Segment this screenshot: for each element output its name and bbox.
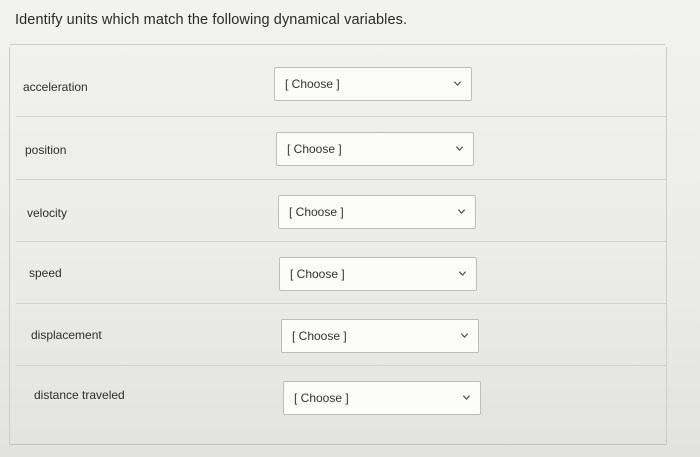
- question-title: Identify units which match the following…: [15, 12, 408, 28]
- title-divider: [10, 44, 665, 45]
- chevron-down-icon: [457, 209, 466, 215]
- answer-select-velocity[interactable]: [ Choose ]: [278, 195, 476, 229]
- match-row-speed: speed [ Choose ]: [10, 242, 666, 304]
- chevron-down-icon: [460, 333, 469, 339]
- answer-select-position[interactable]: [ Choose ]: [276, 132, 474, 166]
- answer-select-acceleration[interactable]: [ Choose ]: [274, 67, 472, 101]
- select-value: [ Choose ]: [285, 77, 340, 91]
- prompt-label: acceleration: [23, 80, 88, 94]
- select-value: [ Choose ]: [292, 329, 347, 343]
- chevron-down-icon: [453, 81, 462, 87]
- chevron-down-icon: [455, 146, 464, 152]
- prompt-label: position: [25, 143, 67, 157]
- prompt-label: displacement: [31, 328, 102, 342]
- row-divider: [16, 116, 666, 117]
- answer-select-displacement[interactable]: [ Choose ]: [281, 319, 479, 353]
- match-row-velocity: velocity [ Choose ]: [10, 180, 666, 242]
- select-value: [ Choose ]: [294, 391, 349, 405]
- prompt-label: velocity: [27, 206, 68, 220]
- match-row-distance-traveled: distance traveled [ Choose ]: [10, 366, 666, 428]
- select-value: [ Choose ]: [289, 205, 344, 219]
- quiz-page: Identify units which match the following…: [0, 0, 700, 457]
- match-row-displacement: displacement [ Choose ]: [10, 304, 666, 366]
- prompt-label: speed: [29, 266, 62, 280]
- chevron-down-icon: [462, 395, 471, 401]
- chevron-down-icon: [458, 271, 467, 277]
- select-value: [ Choose ]: [287, 142, 342, 156]
- select-value: [ Choose ]: [290, 267, 345, 281]
- matching-panel: acceleration [ Choose ] position [ Choos…: [9, 47, 667, 445]
- match-row-position: position [ Choose ]: [10, 118, 666, 180]
- answer-select-speed[interactable]: [ Choose ]: [279, 257, 477, 291]
- prompt-label: distance traveled: [34, 388, 125, 402]
- answer-select-distance-traveled[interactable]: [ Choose ]: [283, 381, 481, 415]
- match-row-acceleration: acceleration [ Choose ]: [10, 55, 666, 117]
